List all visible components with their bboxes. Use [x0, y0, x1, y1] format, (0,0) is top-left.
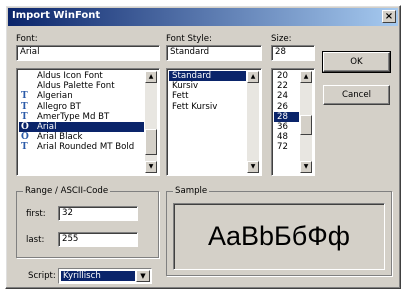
list-item-label: 20 — [277, 71, 288, 81]
list-item[interactable]: 36 — [274, 122, 299, 132]
scroll-down-icon[interactable]: ▼ — [247, 161, 259, 173]
list-item[interactable]: T Allegro BT — [19, 102, 144, 112]
font-list-items: Aldus Icon Font Aldus Palette Font T Algeri… — [19, 71, 144, 153]
list-item[interactable]: T Arial Rounded MT Bold — [19, 142, 144, 152]
list-item-label: 28 — [277, 111, 288, 122]
font-style-list-items: Standard Kursiv Fett Fett Kursiv — [169, 71, 246, 112]
list-item-label: AmerType Md BT — [37, 111, 110, 122]
title-bar[interactable]: Import WinFont × — [8, 8, 398, 26]
first-label: first: — [26, 209, 46, 219]
size-list-items: 20 22 24 26 28 36 48 72 — [274, 71, 299, 153]
truetype-icon: T — [21, 111, 28, 122]
list-item[interactable]: Standard — [169, 71, 246, 82]
font-style-list[interactable]: Standard Kursiv Fett Fett Kursiv ▲ ▼ — [166, 68, 262, 176]
list-item-label: Aldus Palette Font — [37, 81, 115, 92]
list-item-label: Aldus Icon Font — [37, 71, 103, 81]
script-label: Script: — [28, 271, 56, 281]
script-select[interactable]: Kyrillisch ▼ — [58, 268, 152, 284]
ok-button[interactable]: OK — [322, 51, 391, 73]
list-item-label: 36 — [277, 121, 288, 132]
font-label: Font: — [16, 34, 38, 44]
list-item[interactable]: Aldus Palette Font — [19, 81, 144, 91]
list-item[interactable]: T AmerType Md BT — [19, 112, 144, 122]
list-item-label: Algerian — [37, 91, 73, 102]
list-item[interactable]: O Arial — [19, 121, 144, 133]
last-label: last: — [26, 235, 45, 245]
script-select-value: Kyrillisch — [61, 271, 135, 281]
truetype-icon: T — [21, 142, 28, 153]
font-style-input[interactable]: Standard — [166, 45, 262, 61]
close-icon: × — [384, 11, 394, 22]
scroll-down-icon[interactable]: ▼ — [145, 161, 157, 173]
list-item-label: Standard — [172, 71, 212, 81]
font-style-scrollbar[interactable]: ▲ ▼ — [247, 71, 259, 173]
list-item-label: 72 — [277, 142, 288, 153]
list-item[interactable]: Aldus Icon Font — [19, 71, 144, 81]
list-item[interactable]: 20 — [274, 71, 299, 81]
sample-text: AaBbБбФф — [208, 221, 350, 251]
scroll-thumb[interactable] — [300, 115, 312, 135]
list-item[interactable]: Kursiv — [169, 81, 246, 91]
close-button[interactable]: × — [382, 10, 396, 23]
scroll-thumb[interactable] — [145, 129, 157, 155]
opentype-icon: O — [21, 132, 29, 143]
scroll-up-icon[interactable]: ▲ — [145, 71, 157, 83]
list-item[interactable]: 72 — [274, 142, 299, 152]
font-list[interactable]: Aldus Icon Font Aldus Palette Font T Algeri… — [16, 68, 160, 176]
chevron-down-icon[interactable]: ▼ — [136, 270, 150, 282]
list-item[interactable]: 26 — [274, 102, 299, 112]
window-title: Import WinFont — [12, 10, 101, 21]
scroll-down-icon[interactable]: ▼ — [300, 161, 312, 173]
size-list-scrollbar[interactable]: ▲ ▼ — [300, 71, 312, 173]
list-item[interactable]: 28 — [274, 111, 299, 122]
cancel-button[interactable]: Cancel — [323, 85, 390, 105]
list-item[interactable]: O Arial Black — [19, 132, 144, 142]
size-label: Size: — [271, 34, 292, 44]
list-item[interactable]: 22 — [274, 81, 299, 91]
list-item-label: Arial Black — [37, 132, 83, 143]
list-item-label: 24 — [277, 91, 288, 102]
first-input[interactable]: 32 — [58, 206, 138, 221]
truetype-icon: T — [21, 101, 28, 112]
list-item[interactable]: T Algerian — [19, 91, 144, 101]
scroll-up-icon[interactable]: ▲ — [247, 71, 259, 83]
import-winfont-dialog: Import WinFont × Font: Arial Aldus Icon … — [5, 5, 401, 289]
list-item-label: Fett — [172, 91, 189, 102]
list-item-label: Allegro BT — [37, 101, 81, 112]
font-style-label: Font Style: — [166, 34, 212, 44]
truetype-icon: T — [21, 91, 28, 102]
list-item-label: Kursiv — [172, 81, 199, 92]
range-group-title: Range / ASCII-Code — [23, 186, 111, 196]
list-item[interactable]: 24 — [274, 91, 299, 101]
size-list[interactable]: 20 22 24 26 28 36 48 72 ▲ ▼ — [271, 68, 315, 176]
font-input[interactable]: Arial — [16, 45, 160, 61]
font-list-scrollbar[interactable]: ▲ ▼ — [145, 71, 157, 173]
list-item-label: 22 — [277, 81, 288, 92]
list-item-label: 48 — [277, 132, 288, 143]
sample-preview: AaBbБбФф — [173, 203, 385, 270]
last-input[interactable]: 255 — [58, 232, 138, 247]
list-item-label: 26 — [277, 101, 288, 112]
list-item[interactable]: Fett — [169, 91, 246, 101]
list-item-label: Arial Rounded MT Bold — [37, 142, 135, 153]
opentype-icon: O — [21, 121, 29, 132]
range-group: Range / ASCII-Code — [16, 186, 159, 258]
scroll-up-icon[interactable]: ▲ — [300, 71, 312, 83]
list-item[interactable]: 48 — [274, 132, 299, 142]
size-input[interactable]: 28 — [271, 45, 315, 61]
list-item[interactable]: Fett Kursiv — [169, 102, 246, 112]
list-item-label: Fett Kursiv — [172, 101, 218, 112]
list-item-label: Arial — [37, 121, 57, 132]
sample-group-title: Sample — [173, 186, 210, 196]
